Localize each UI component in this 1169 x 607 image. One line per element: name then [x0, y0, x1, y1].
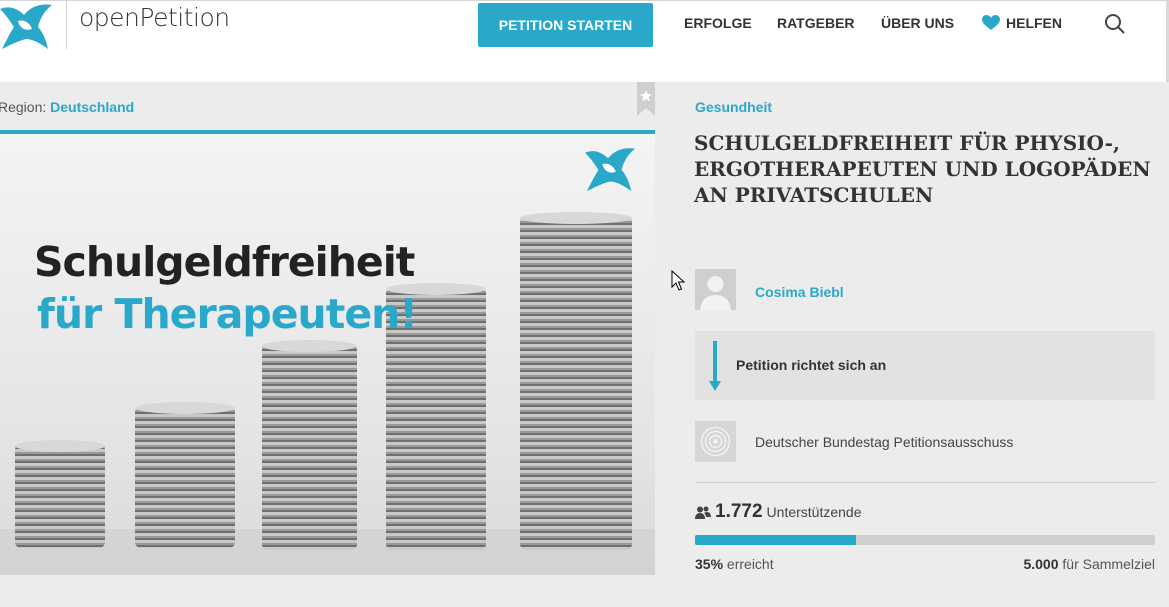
petition-main: Region: Deutschland Schulgeldfreiheit fü…	[0, 82, 1169, 607]
mouse-cursor-icon	[671, 270, 685, 291]
supporters-label: Unterstützende	[766, 504, 862, 520]
divider	[695, 482, 1155, 483]
petition-image: Schulgeldfreiheit für Therapeuten!	[0, 130, 655, 575]
logo-text[interactable]: openPetition	[79, 3, 230, 32]
user-silhouette-icon	[695, 269, 736, 310]
arrow-down-icon	[709, 341, 721, 391]
region-link[interactable]: Deutschland	[50, 99, 134, 115]
site-header: openPetition PETITION STARTEN ERFOLGE RA…	[0, 0, 1169, 83]
users-icon	[695, 506, 711, 519]
progress-goal: 5.000 für Sammelziel	[1023, 556, 1155, 572]
progress-reached: 35% erreicht	[695, 556, 774, 572]
supporters-count: 1.772 Unterstützende	[695, 501, 862, 523]
recipient-name: Deutscher Bundestag Petitionsausschuss	[755, 434, 1014, 450]
bookmark-icon[interactable]	[637, 82, 655, 116]
nav-item-helfen[interactable]: HELFEN	[982, 15, 1062, 31]
heart-icon	[982, 15, 1000, 30]
reached-label: erreicht	[726, 556, 774, 572]
concentric-circles-icon	[695, 421, 736, 462]
category-link[interactable]: Gesundheit	[695, 99, 772, 115]
region-line: Region: Deutschland	[0, 99, 134, 115]
avatar[interactable]	[695, 269, 736, 310]
recipient-icon	[695, 421, 736, 462]
progress-fill	[695, 535, 856, 545]
start-petition-button[interactable]: PETITION STARTEN	[478, 3, 653, 47]
goal-value: 5.000	[1023, 556, 1059, 572]
logo-bird-icon	[585, 148, 636, 192]
addressee-label: Petition richtet sich an	[736, 357, 887, 373]
region-label: Region:	[0, 99, 47, 115]
nav-item-ratgeber[interactable]: RATGEBER	[777, 15, 855, 31]
logo-divider	[66, 1, 67, 49]
progress-bar	[695, 535, 1155, 545]
hero-headline-line2: für Therapeuten!	[37, 290, 418, 338]
hero-headline-line1: Schulgeldfreiheit	[34, 238, 415, 286]
author-name-link[interactable]: Cosima Biebl	[755, 284, 844, 300]
coin-stacks-image	[0, 134, 655, 575]
logo-bird-icon[interactable]	[0, 1, 54, 51]
nav-item-erfolge[interactable]: ERFOLGE	[684, 15, 752, 31]
goal-label: für Sammelziel	[1062, 556, 1155, 572]
supporters-number: 1.772	[715, 501, 763, 522]
nav-item-helfen-label: HELFEN	[1006, 15, 1062, 31]
nav-item-ueber-uns[interactable]: ÜBER UNS	[881, 15, 954, 31]
petition-title: SCHULGELDFREIHEIT FÜR PHYSIO-, ERGOTHERA…	[694, 131, 1151, 207]
search-icon[interactable]	[1104, 13, 1126, 35]
addressee-box: Petition richtet sich an	[695, 331, 1155, 400]
reached-value: 35%	[695, 556, 724, 572]
